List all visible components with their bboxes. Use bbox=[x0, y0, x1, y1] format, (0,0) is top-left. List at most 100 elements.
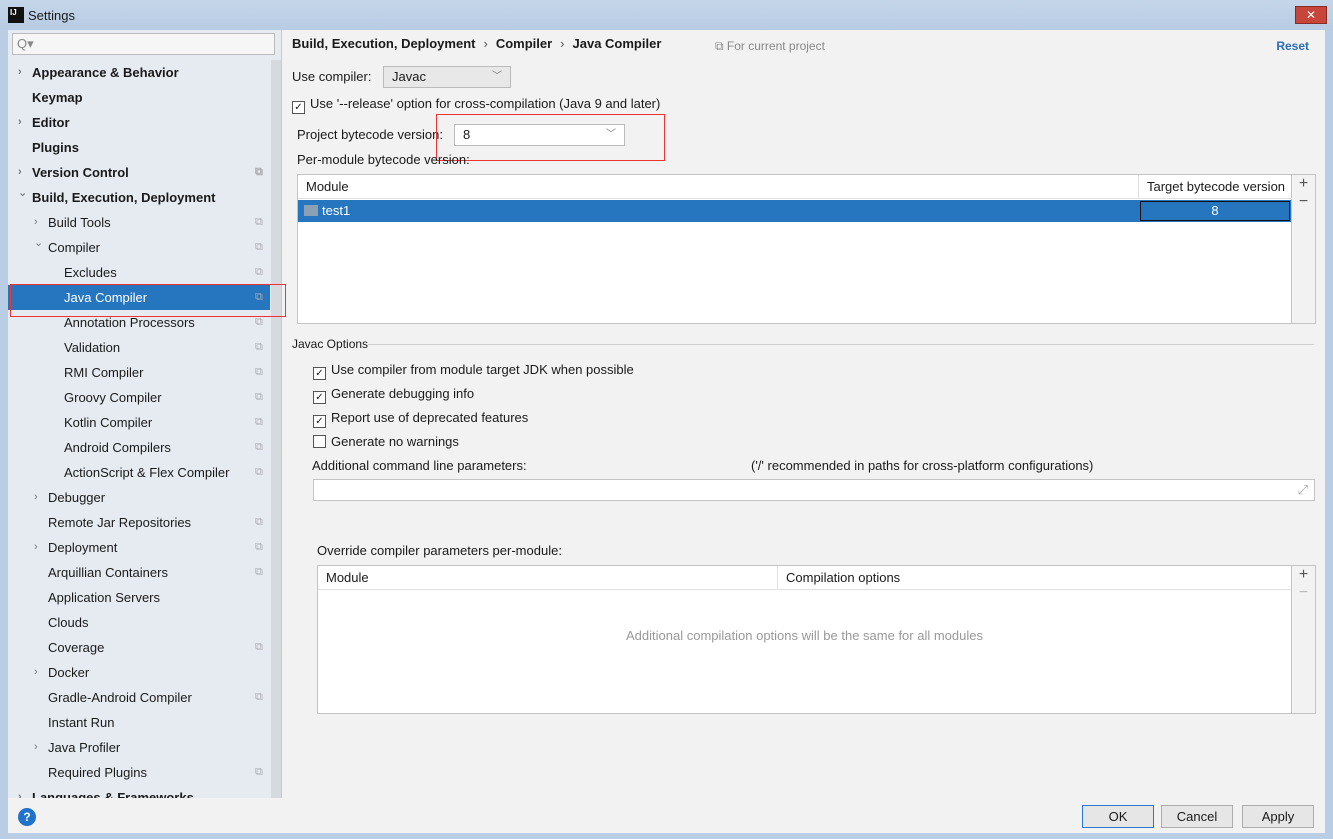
chevron-down-icon[interactable]: ⌄ bbox=[34, 231, 43, 256]
sidebar-item-label: Coverage bbox=[48, 640, 105, 655]
add-icon[interactable]: + bbox=[1292, 566, 1315, 584]
app-logo-icon: IJ bbox=[8, 7, 24, 23]
javac-option-checkbox[interactable]: ✓ Report use of deprecated features bbox=[313, 410, 528, 428]
sidebar-item-label: Required Plugins bbox=[48, 765, 148, 780]
sidebar-item[interactable]: Keymap bbox=[8, 85, 270, 110]
project-scope-icon: ⧉ bbox=[255, 766, 263, 778]
sidebar-item-label: Groovy Compiler bbox=[64, 390, 162, 405]
sidebar-item[interactable]: Required Plugins ⧉ bbox=[8, 760, 270, 785]
sidebar-item[interactable]: › Build Tools ⧉ bbox=[8, 210, 270, 235]
close-button[interactable]: ✕ bbox=[1295, 6, 1327, 24]
chevron-right-icon[interactable]: › bbox=[34, 735, 38, 760]
cancel-button[interactable]: Cancel bbox=[1161, 805, 1233, 828]
apply-button[interactable]: Apply bbox=[1242, 805, 1314, 828]
project-scope-icon: ⧉ bbox=[255, 216, 263, 228]
sidebar-item[interactable]: Validation ⧉ bbox=[8, 335, 270, 360]
sidebar-item[interactable]: › Debugger bbox=[8, 485, 270, 510]
release-option-checkbox[interactable]: ✓ Use '--release' option for cross-compil… bbox=[292, 96, 660, 114]
expand-icon[interactable]: ⤢ bbox=[1298, 482, 1308, 498]
chevron-right-icon[interactable]: › bbox=[34, 485, 38, 510]
sidebar-item[interactable]: ⌄ Build, Execution, Deployment bbox=[8, 185, 270, 210]
column-header-module[interactable]: Module bbox=[298, 175, 1138, 199]
sidebar-item[interactable]: › Deployment ⧉ bbox=[8, 535, 270, 560]
chevron-right-icon[interactable]: › bbox=[18, 785, 22, 798]
project-scope-icon: ⧉ bbox=[255, 566, 263, 578]
highlight-box bbox=[436, 114, 665, 161]
sidebar-item[interactable]: Application Servers bbox=[8, 585, 270, 610]
javac-option-checkbox[interactable]: ✓ Use compiler from module target JDK whe… bbox=[313, 362, 634, 380]
sidebar-item[interactable]: › Editor bbox=[8, 110, 270, 135]
remove-icon[interactable]: − bbox=[1292, 193, 1315, 211]
chevron-right-icon[interactable]: › bbox=[34, 535, 38, 560]
empty-table-text: Additional compilation options will be t… bbox=[626, 628, 983, 643]
project-scope-icon: ⧉ bbox=[255, 266, 263, 278]
chevron-down-icon[interactable]: ⌄ bbox=[18, 181, 27, 206]
sidebar-item[interactable]: Instant Run bbox=[8, 710, 270, 735]
sidebar-item[interactable]: › Languages & Frameworks bbox=[8, 785, 270, 798]
add-icon[interactable]: + bbox=[1292, 175, 1315, 193]
sidebar-item[interactable]: Plugins bbox=[8, 135, 270, 160]
help-button[interactable]: ? bbox=[18, 808, 36, 826]
sidebar-item-label: ActionScript & Flex Compiler bbox=[64, 465, 230, 480]
checkbox-icon: ✓ bbox=[313, 415, 326, 428]
project-scope-icon: ⧉ bbox=[255, 241, 263, 253]
sidebar-item[interactable]: Coverage ⧉ bbox=[8, 635, 270, 660]
javac-option-checkbox[interactable]: ✓ Generate debugging info bbox=[313, 386, 474, 404]
additional-params-hint: ('/' recommended in paths for cross-plat… bbox=[751, 458, 1094, 473]
table-row[interactable]: test1 8 bbox=[298, 200, 1291, 222]
sidebar-item-label: Android Compilers bbox=[64, 440, 171, 455]
sidebar-item[interactable]: Arquillian Containers ⧉ bbox=[8, 560, 270, 585]
per-module-table: Module Target bytecode version test1 8 bbox=[297, 174, 1292, 324]
chevron-right-icon[interactable]: › bbox=[34, 660, 38, 685]
additional-params-input[interactable]: ⤢ bbox=[313, 479, 1315, 501]
remove-icon[interactable]: − bbox=[1292, 584, 1315, 602]
use-compiler-label: Use compiler: bbox=[292, 69, 372, 84]
breadcrumb: Build, Execution, Deployment › Compiler › Ja… bbox=[292, 36, 662, 51]
sidebar-item[interactable]: Android Compilers ⧉ bbox=[8, 435, 270, 460]
column-header-module[interactable]: Module bbox=[318, 566, 778, 590]
sidebar-item[interactable]: Gradle-Android Compiler ⧉ bbox=[8, 685, 270, 710]
sidebar-item-label: Debugger bbox=[48, 490, 106, 505]
checkbox-icon bbox=[313, 435, 326, 448]
sidebar-item-label: Appearance & Behavior bbox=[32, 65, 179, 80]
chevron-right-icon[interactable]: › bbox=[18, 110, 22, 135]
sidebar-item[interactable]: Remote Jar Repositories ⧉ bbox=[8, 510, 270, 535]
sidebar-item[interactable]: ActionScript & Flex Compiler ⧉ bbox=[8, 460, 270, 485]
breadcrumb-item[interactable]: Build, Execution, Deployment bbox=[292, 36, 475, 51]
checkbox-icon: ✓ bbox=[313, 367, 326, 380]
sidebar-item[interactable]: › Java Profiler bbox=[8, 735, 270, 760]
column-header-target[interactable]: Target bytecode version bbox=[1138, 175, 1292, 199]
sidebar-item[interactable]: › Appearance & Behavior bbox=[8, 60, 270, 85]
sidebar-item[interactable]: Kotlin Compiler ⧉ bbox=[8, 410, 270, 435]
sidebar-item[interactable]: ⌄ Compiler ⧉ bbox=[8, 235, 270, 260]
sidebar-item[interactable]: › Version Control ⧉ bbox=[8, 160, 270, 185]
breadcrumb-item[interactable]: Compiler bbox=[496, 36, 552, 51]
javac-option-checkbox[interactable]: Generate no warnings bbox=[313, 434, 459, 449]
sidebar-item[interactable]: Groovy Compiler ⧉ bbox=[8, 385, 270, 410]
breadcrumb-item: Java Compiler bbox=[572, 36, 662, 51]
column-header-options[interactable]: Compilation options bbox=[778, 566, 1291, 590]
sidebar-item-label: Clouds bbox=[48, 615, 89, 630]
divider bbox=[368, 344, 1314, 345]
target-version-cell[interactable]: 8 bbox=[1140, 201, 1290, 221]
use-compiler-select[interactable]: Javac ﹀ bbox=[383, 66, 511, 88]
project-scope-icon: ⧉ bbox=[255, 691, 263, 703]
sidebar-item[interactable]: Excludes ⧉ bbox=[8, 260, 270, 285]
ok-button[interactable]: OK bbox=[1082, 805, 1154, 828]
sidebar-item-label: Application Servers bbox=[48, 590, 160, 605]
project-scope-icon: ⧉ bbox=[255, 341, 263, 353]
project-scope-icon: ⧉ bbox=[255, 641, 263, 653]
sidebar-item-label: Validation bbox=[64, 340, 121, 355]
sidebar-item-label: Compiler bbox=[48, 240, 101, 255]
sidebar-item[interactable]: RMI Compiler ⧉ bbox=[8, 360, 270, 385]
sidebar-item[interactable]: › Docker bbox=[8, 660, 270, 685]
sidebar-item-label: Build, Execution, Deployment bbox=[32, 190, 216, 205]
reset-link[interactable]: Reset bbox=[1276, 39, 1309, 53]
per-module-toolbar: + − bbox=[1292, 174, 1316, 324]
project-scope-icon: ⧉ bbox=[255, 166, 263, 178]
sidebar-item[interactable]: Clouds bbox=[8, 610, 270, 635]
sidebar-scrollbar[interactable] bbox=[271, 60, 281, 798]
chevron-right-icon[interactable]: › bbox=[18, 60, 22, 85]
sidebar-item-label: Instant Run bbox=[48, 715, 115, 730]
search-input[interactable]: Q▾ bbox=[12, 33, 275, 55]
